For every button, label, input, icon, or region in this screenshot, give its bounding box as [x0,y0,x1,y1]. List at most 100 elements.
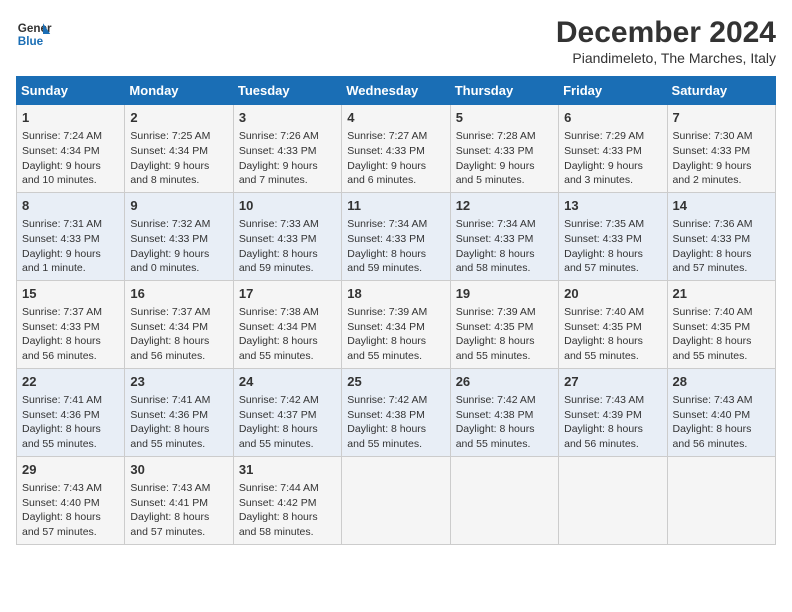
title-block: December 2024 Piandimeleto, The Marches,… [556,16,776,66]
page-header: General Blue December 2024 Piandimeleto,… [16,16,776,66]
day-info: Sunrise: 7:38 AM Sunset: 4:34 PM Dayligh… [239,305,336,364]
day-number: 2 [130,109,227,127]
day-info: Sunrise: 7:36 AM Sunset: 4:33 PM Dayligh… [673,217,770,276]
day-number: 11 [347,197,444,215]
day-info: Sunrise: 7:30 AM Sunset: 4:33 PM Dayligh… [673,129,770,188]
calendar-day-cell: 27 Sunrise: 7:43 AM Sunset: 4:39 PM Dayli… [559,368,667,456]
day-number: 13 [564,197,661,215]
svg-text:Blue: Blue [18,35,44,48]
day-info: Sunrise: 7:39 AM Sunset: 4:35 PM Dayligh… [456,305,553,364]
page-title: December 2024 [556,16,776,50]
day-number: 19 [456,285,553,303]
day-info: Sunrise: 7:24 AM Sunset: 4:34 PM Dayligh… [22,129,119,188]
calendar-day-cell: 20 Sunrise: 7:40 AM Sunset: 4:35 PM Dayli… [559,280,667,368]
day-info: Sunrise: 7:40 AM Sunset: 4:35 PM Dayligh… [673,305,770,364]
day-info: Sunrise: 7:31 AM Sunset: 4:33 PM Dayligh… [22,217,119,276]
day-number: 7 [673,109,770,127]
day-number: 14 [673,197,770,215]
calendar-week-row: 29Sunrise: 7:43 AM Sunset: 4:40 PM Dayli… [17,456,776,544]
calendar-day-cell: 9Sunrise: 7:32 AM Sunset: 4:33 PM Daylig… [125,192,233,280]
weekday-header-cell: Sunday [17,77,125,105]
day-number: 12 [456,197,553,215]
day-info: Sunrise: 7:29 AM Sunset: 4:33 PM Dayligh… [564,129,661,188]
weekday-header-cell: Monday [125,77,233,105]
day-info: Sunrise: 7:32 AM Sunset: 4:33 PM Dayligh… [130,217,227,276]
day-number: 29 [22,461,119,479]
day-info: Sunrise: 7:34 AM Sunset: 4:33 PM Dayligh… [456,217,553,276]
calendar-day-cell: 21 Sunrise: 7:40 AM Sunset: 4:35 PM Dayli… [667,280,775,368]
day-number: 6 [564,109,661,127]
day-number: 8 [22,197,119,215]
calendar-day-cell: 30Sunrise: 7:43 AM Sunset: 4:41 PM Dayli… [125,456,233,544]
weekday-header-cell: Saturday [667,77,775,105]
day-info: Sunrise: 7:37 AM Sunset: 4:33 PM Dayligh… [22,305,119,364]
day-info: Sunrise: 7:25 AM Sunset: 4:34 PM Dayligh… [130,129,227,188]
calendar-day-cell: 6 Sunrise: 7:29 AM Sunset: 4:33 PM Daylig… [559,105,667,193]
day-number: 27 [564,373,661,391]
logo-icon: General Blue [16,16,52,52]
day-info: Sunrise: 7:43 AM Sunset: 4:40 PM Dayligh… [673,393,770,452]
calendar-day-cell: 8 Sunrise: 7:31 AM Sunset: 4:33 PM Daylig… [17,192,125,280]
day-info: Sunrise: 7:42 AM Sunset: 4:38 PM Dayligh… [347,393,444,452]
calendar-day-cell: 15 Sunrise: 7:37 AM Sunset: 4:33 PM Dayli… [17,280,125,368]
calendar-day-cell: 13 Sunrise: 7:35 AM Sunset: 4:33 PM Dayli… [559,192,667,280]
day-info: Sunrise: 7:35 AM Sunset: 4:33 PM Dayligh… [564,217,661,276]
calendar-day-cell: 22 Sunrise: 7:41 AM Sunset: 4:36 PM Dayli… [17,368,125,456]
weekday-header-cell: Friday [559,77,667,105]
day-number: 23 [130,373,227,391]
day-info: Sunrise: 7:40 AM Sunset: 4:35 PM Dayligh… [564,305,661,364]
day-number: 24 [239,373,336,391]
day-info: Sunrise: 7:43 AM Sunset: 4:41 PM Dayligh… [130,481,227,540]
calendar-day-cell: 17 Sunrise: 7:38 AM Sunset: 4:34 PM Dayli… [233,280,341,368]
calendar-day-cell: 10Sunrise: 7:33 AM Sunset: 4:33 PM Dayli… [233,192,341,280]
calendar-day-cell: 31 Sunrise: 7:44 AM Sunset: 4:42 PM Dayli… [233,456,341,544]
calendar-day-cell: 24 Sunrise: 7:42 AM Sunset: 4:37 PM Dayli… [233,368,341,456]
calendar-table: SundayMondayTuesdayWednesdayThursdayFrid… [16,76,776,545]
calendar-day-cell [342,456,450,544]
calendar-day-cell: 14 Sunrise: 7:36 AM Sunset: 4:33 PM Dayli… [667,192,775,280]
calendar-week-row: 8 Sunrise: 7:31 AM Sunset: 4:33 PM Daylig… [17,192,776,280]
day-info: Sunrise: 7:42 AM Sunset: 4:38 PM Dayligh… [456,393,553,452]
day-number: 20 [564,285,661,303]
day-info: Sunrise: 7:33 AM Sunset: 4:33 PM Dayligh… [239,217,336,276]
calendar-day-cell: 3Sunrise: 7:26 AM Sunset: 4:33 PM Daylig… [233,105,341,193]
day-number: 16 [130,285,227,303]
day-number: 25 [347,373,444,391]
day-info: Sunrise: 7:41 AM Sunset: 4:36 PM Dayligh… [22,393,119,452]
day-number: 21 [673,285,770,303]
day-info: Sunrise: 7:27 AM Sunset: 4:33 PM Dayligh… [347,129,444,188]
calendar-day-cell: 28 Sunrise: 7:43 AM Sunset: 4:40 PM Dayli… [667,368,775,456]
weekday-header-row: SundayMondayTuesdayWednesdayThursdayFrid… [17,77,776,105]
calendar-day-cell: 16Sunrise: 7:37 AM Sunset: 4:34 PM Dayli… [125,280,233,368]
calendar-day-cell: 19 Sunrise: 7:39 AM Sunset: 4:35 PM Dayli… [450,280,558,368]
day-info: Sunrise: 7:39 AM Sunset: 4:34 PM Dayligh… [347,305,444,364]
weekday-header-cell: Tuesday [233,77,341,105]
calendar-day-cell: 25 Sunrise: 7:42 AM Sunset: 4:38 PM Dayli… [342,368,450,456]
day-number: 5 [456,109,553,127]
calendar-week-row: 22 Sunrise: 7:41 AM Sunset: 4:36 PM Dayli… [17,368,776,456]
day-info: Sunrise: 7:43 AM Sunset: 4:39 PM Dayligh… [564,393,661,452]
calendar-week-row: 15 Sunrise: 7:37 AM Sunset: 4:33 PM Dayli… [17,280,776,368]
day-number: 17 [239,285,336,303]
calendar-day-cell [667,456,775,544]
day-info: Sunrise: 7:44 AM Sunset: 4:42 PM Dayligh… [239,481,336,540]
calendar-week-row: 1 Sunrise: 7:24 AM Sunset: 4:34 PM Daylig… [17,105,776,193]
page-subtitle: Piandimeleto, The Marches, Italy [556,50,776,66]
day-number: 28 [673,373,770,391]
day-number: 26 [456,373,553,391]
calendar-day-cell [450,456,558,544]
weekday-header-cell: Wednesday [342,77,450,105]
day-number: 18 [347,285,444,303]
day-number: 4 [347,109,444,127]
day-number: 15 [22,285,119,303]
day-info: Sunrise: 7:26 AM Sunset: 4:33 PM Dayligh… [239,129,336,188]
calendar-body: 1 Sunrise: 7:24 AM Sunset: 4:34 PM Daylig… [17,105,776,545]
calendar-day-cell: 1 Sunrise: 7:24 AM Sunset: 4:34 PM Daylig… [17,105,125,193]
calendar-day-cell: 23 Sunrise: 7:41 AM Sunset: 4:36 PM Dayli… [125,368,233,456]
day-number: 1 [22,109,119,127]
day-info: Sunrise: 7:41 AM Sunset: 4:36 PM Dayligh… [130,393,227,452]
day-info: Sunrise: 7:42 AM Sunset: 4:37 PM Dayligh… [239,393,336,452]
logo: General Blue [16,16,52,52]
day-number: 22 [22,373,119,391]
day-number: 31 [239,461,336,479]
